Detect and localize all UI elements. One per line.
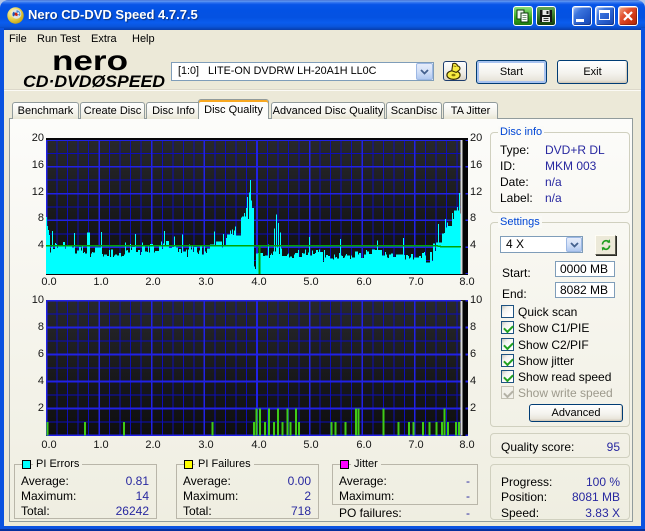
- svg-text:nero: nero: [52, 48, 128, 76]
- svg-text:CD·DVDØSPEED: CD·DVDØSPEED: [23, 73, 165, 88]
